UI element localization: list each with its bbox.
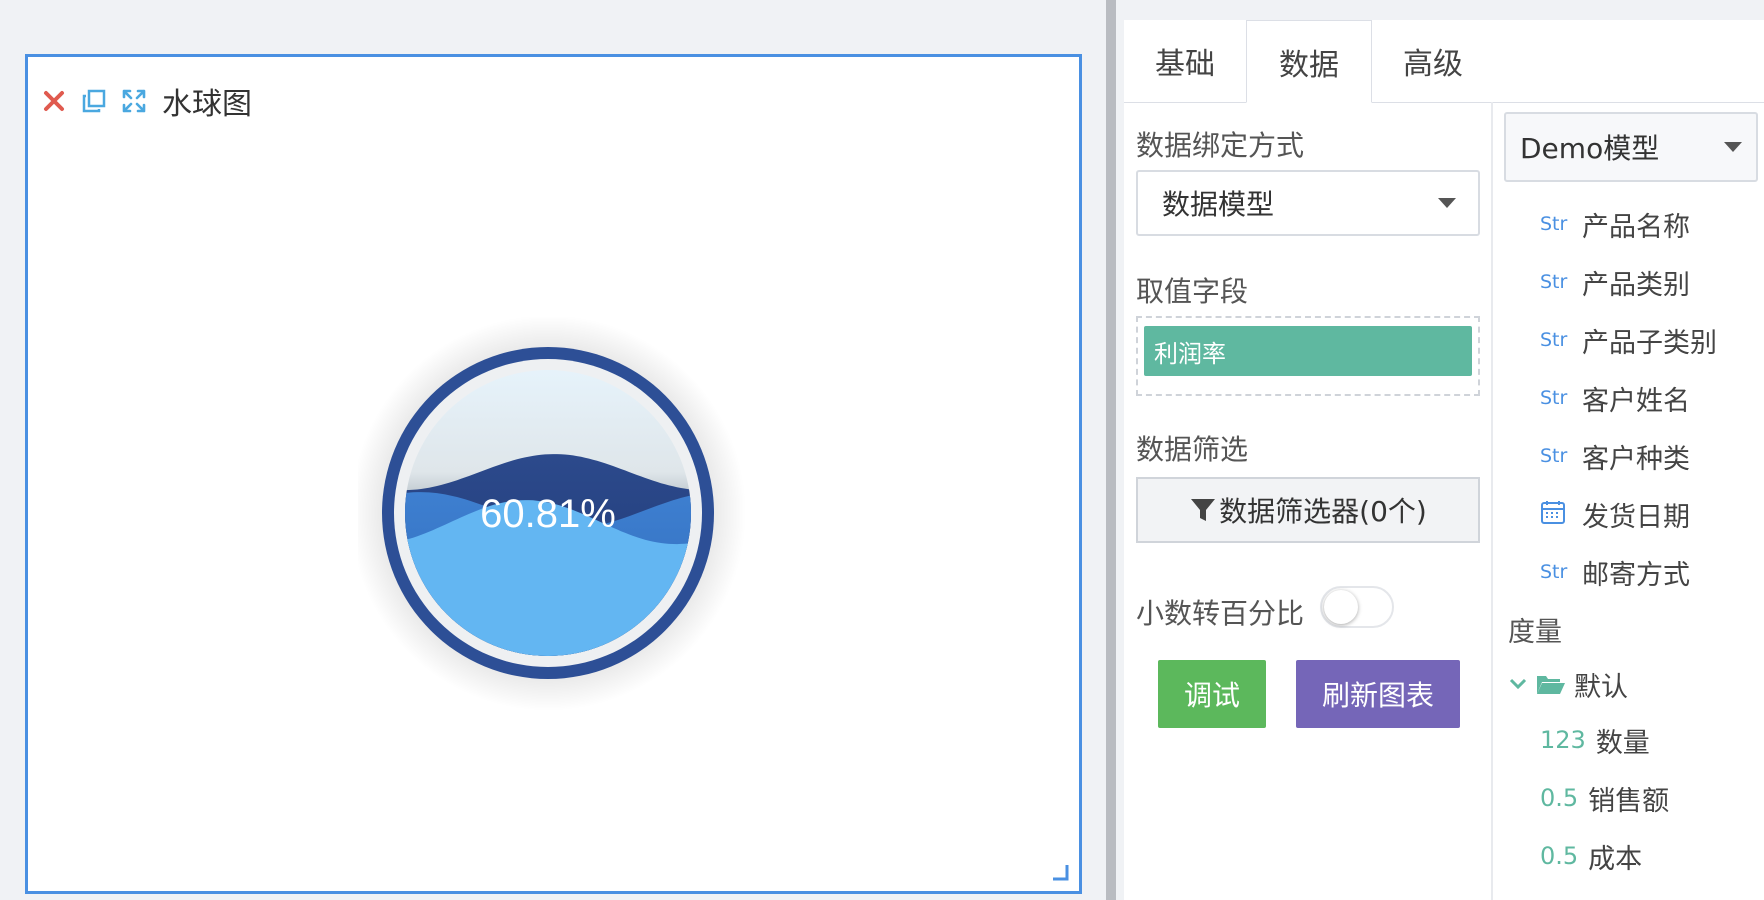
- measure-folder[interactable]: 默认: [1508, 662, 1628, 706]
- copy-icon[interactable]: [80, 87, 108, 115]
- percent-toggle[interactable]: [1320, 586, 1394, 628]
- measures-section-label: 度量: [1508, 617, 1562, 648]
- string-type-tag: Str: [1540, 561, 1568, 583]
- measure-folder-label: 默认: [1574, 671, 1628, 703]
- measure-item[interactable]: 0.5 销售额: [1540, 776, 1669, 820]
- widget-header: 水球图: [40, 81, 252, 122]
- dimension-label: 产品子类别: [1582, 327, 1717, 359]
- string-type-tag: Str: [1540, 445, 1568, 467]
- refresh-chart-button[interactable]: 刷新图表: [1296, 660, 1460, 728]
- value-field-chip[interactable]: 利润率: [1144, 326, 1472, 376]
- panel-splitter[interactable]: [1106, 0, 1116, 900]
- liquid-fill-chart: 60.81%: [358, 317, 758, 717]
- chart-value-label: 60.81%: [480, 492, 616, 536]
- splitter-gap: [1116, 0, 1124, 900]
- tab-bar: 基础 数据 高级: [1124, 20, 1764, 103]
- data-config-column: 数据绑定方式 数据模型 取值字段 利润率 数据筛选 数据筛选器(0个) 小数转百…: [1136, 102, 1486, 900]
- chevron-down-icon: [1509, 678, 1527, 690]
- string-type-tag: Str: [1540, 329, 1568, 351]
- dimension-label: 发货日期: [1582, 501, 1690, 533]
- dimension-item[interactable]: Str 产品子类别: [1540, 318, 1717, 362]
- percent-toggle-label: 小数转百分比: [1136, 597, 1305, 630]
- model-select-value: Demo模型: [1520, 132, 1660, 165]
- decimal-type-tag: 0.5: [1540, 784, 1579, 812]
- measure-label: 成本: [1588, 843, 1643, 875]
- binding-select[interactable]: 数据模型: [1136, 170, 1480, 236]
- dimension-item[interactable]: 发货日期: [1540, 492, 1690, 536]
- dimension-label: 产品类别: [1582, 269, 1690, 301]
- measure-label: 销售额: [1588, 785, 1670, 817]
- value-field-dropzone[interactable]: 利润率: [1136, 316, 1480, 396]
- dimension-item[interactable]: Str 产品类别: [1540, 260, 1690, 304]
- widget-title: 水球图: [162, 87, 252, 122]
- resize-handle[interactable]: [1051, 863, 1069, 881]
- binding-label: 数据绑定方式: [1136, 129, 1305, 162]
- model-select[interactable]: Demo模型: [1504, 112, 1758, 182]
- filter-label: 数据筛选: [1136, 433, 1249, 466]
- canvas-area: 水球图 60.81%: [0, 0, 1106, 900]
- liquid-chart-widget[interactable]: 水球图 60.81%: [25, 54, 1082, 894]
- string-type-tag: Str: [1540, 271, 1568, 293]
- column-divider: [1491, 102, 1493, 900]
- dimension-label: 客户姓名: [1582, 385, 1690, 417]
- dimension-item[interactable]: Str 邮寄方式: [1540, 550, 1690, 594]
- dimension-item[interactable]: Str 客户姓名: [1540, 376, 1690, 420]
- chevron-down-icon: [1724, 142, 1742, 152]
- tab-data[interactable]: 数据: [1246, 20, 1372, 103]
- decimal-type-tag: 0.5: [1540, 842, 1579, 870]
- dimension-item[interactable]: Str 产品名称: [1540, 202, 1690, 246]
- filter-icon: [1191, 499, 1216, 521]
- dimension-label: 邮寄方式: [1582, 559, 1690, 591]
- binding-select-value: 数据模型: [1162, 188, 1275, 221]
- expand-icon[interactable]: [120, 87, 148, 115]
- toggle-knob: [1324, 590, 1358, 624]
- chevron-down-icon: [1438, 198, 1456, 208]
- measure-item[interactable]: 0.5 成本: [1540, 834, 1642, 878]
- measure-item[interactable]: 123 数量: [1540, 718, 1650, 762]
- model-fields-column: Demo模型 Str 产品名称 Str 产品类别 Str 产品子类别 Str 客…: [1504, 102, 1764, 900]
- properties-panel: 基础 数据 高级 数据绑定方式 数据模型 取值字段 利润率 数据筛选 数据筛选器…: [1124, 0, 1764, 900]
- calendar-icon: [1540, 499, 1576, 530]
- close-icon[interactable]: [40, 87, 68, 115]
- tab-basic[interactable]: 基础: [1124, 20, 1246, 102]
- string-type-tag: Str: [1540, 387, 1568, 409]
- string-type-tag: Str: [1540, 213, 1568, 235]
- dimension-item[interactable]: Str 客户种类: [1540, 434, 1690, 478]
- dimension-label: 客户种类: [1582, 443, 1690, 475]
- tab-strip-bg: [1124, 0, 1764, 20]
- tab-advanced[interactable]: 高级: [1372, 20, 1494, 102]
- filter-button[interactable]: 数据筛选器(0个): [1136, 477, 1480, 543]
- folder-open-icon: [1537, 676, 1565, 694]
- debug-button[interactable]: 调试: [1158, 660, 1266, 728]
- filter-button-label: 数据筛选器(0个): [1219, 495, 1427, 528]
- dimension-label: 产品名称: [1582, 211, 1690, 243]
- measure-label: 数量: [1595, 727, 1650, 759]
- integer-type-tag: 123: [1540, 726, 1586, 754]
- value-field-label: 取值字段: [1136, 275, 1249, 308]
